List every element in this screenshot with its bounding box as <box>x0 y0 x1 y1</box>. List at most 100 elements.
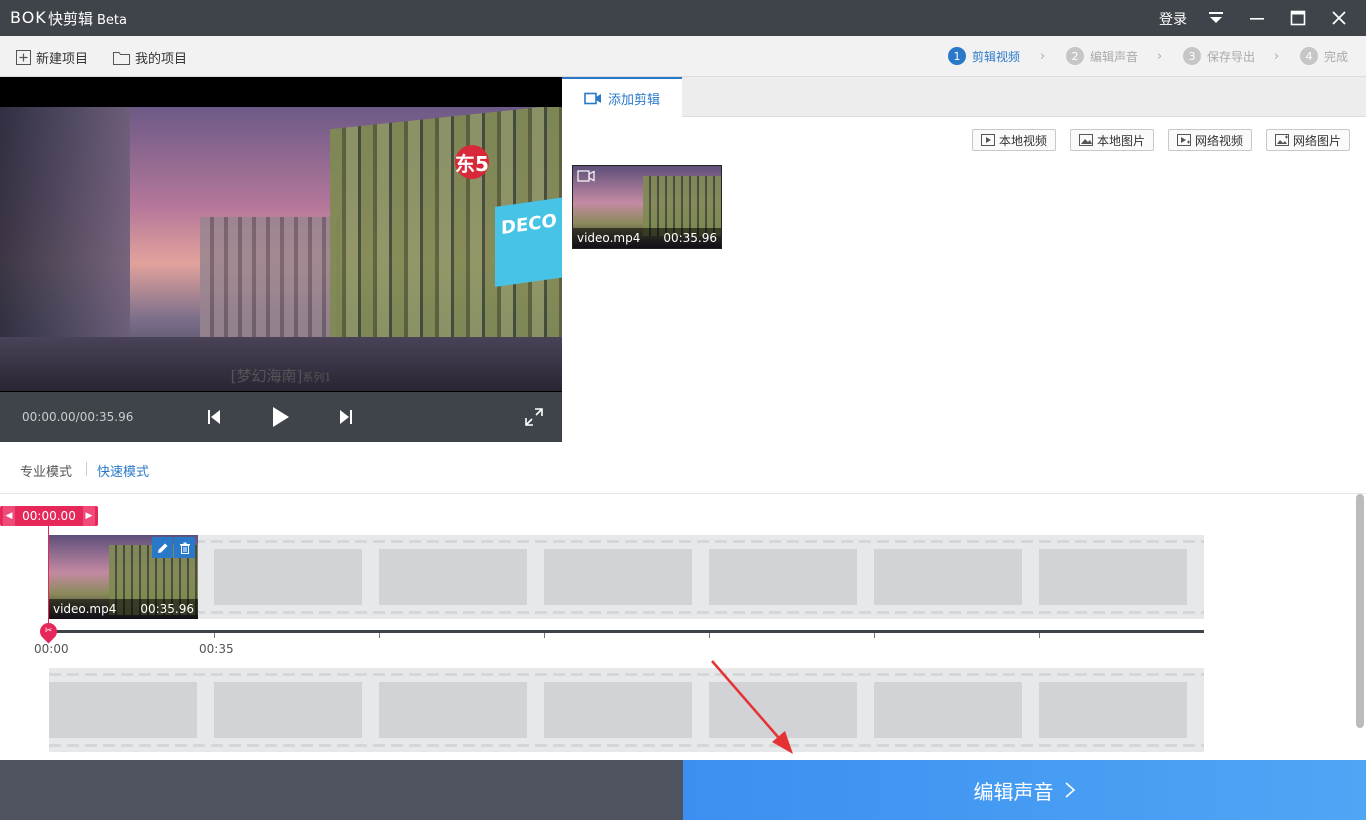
playhead-line <box>48 524 49 632</box>
empty-clip-slot[interactable] <box>874 549 1022 605</box>
chevron-right-icon: › <box>1040 49 1046 64</box>
timeline-clip[interactable]: video.mp4 00:35.96 <box>49 535 198 619</box>
web-image-button[interactable]: 网络图片 <box>1266 129 1351 151</box>
video-file-icon <box>981 134 995 146</box>
step-number: 1 <box>948 47 966 65</box>
track-perforation <box>49 540 1204 543</box>
local-video-button[interactable]: 本地视频 <box>972 129 1057 151</box>
step-edit-video[interactable]: 1 剪辑视频 <box>948 47 1020 65</box>
web-video-icon <box>1177 134 1191 146</box>
next-step-button[interactable]: 编辑声音 <box>683 760 1366 820</box>
step-label: 保存导出 <box>1207 49 1256 64</box>
new-project-button[interactable]: 新建项目 <box>16 48 88 67</box>
empty-clip-slot[interactable] <box>214 682 362 738</box>
delete-clip-button[interactable] <box>174 537 195 558</box>
toolbar: 新建项目 我的项目 1 剪辑视频 › 2 编辑声音 › 3 保存导出 › 4 完… <box>0 36 1366 77</box>
next-button[interactable] <box>332 404 360 430</box>
video-track[interactable] <box>49 535 1204 619</box>
empty-clip-slot[interactable] <box>379 549 527 605</box>
audio-track[interactable] <box>49 668 1204 752</box>
step-forward-button[interactable]: ▶ <box>82 506 95 526</box>
playhead-time-badge: ◀ 00:00.00 ▶ <box>0 506 98 526</box>
step-number: 2 <box>1066 47 1084 65</box>
playback-controls: 00:00.00/00:35.96 <box>0 392 562 442</box>
video-caption: [梦幻海南]系列1 <box>0 365 562 386</box>
ruler-tick <box>379 633 380 638</box>
empty-clip-slot[interactable] <box>709 549 857 605</box>
thumbnail-scene <box>643 176 721 236</box>
previous-button[interactable] <box>200 404 228 430</box>
video-scene-badge: 东5 <box>455 145 489 179</box>
trash-icon <box>179 542 190 554</box>
empty-clip-slot[interactable] <box>1039 549 1187 605</box>
app-logo: BOK <box>10 8 47 27</box>
edit-clip-button[interactable] <box>152 537 173 558</box>
ruler-tick <box>709 633 710 638</box>
ruler-tick-label: 00:35 <box>199 642 234 656</box>
ruler-tick <box>874 633 875 638</box>
chevron-right-icon <box>1064 782 1075 798</box>
empty-clip-slot[interactable] <box>1039 682 1187 738</box>
bottom-bar <box>0 760 683 820</box>
dropdown-menu-button[interactable] <box>1196 0 1236 36</box>
web-video-button[interactable]: 网络视频 <box>1168 129 1253 151</box>
local-image-button[interactable]: 本地图片 <box>1070 129 1155 151</box>
media-library-panel: 添加剪辑 本地视频 本地图片 网络视频 网络图片 video.mp4 00:35… <box>562 77 1366 442</box>
minimize-button[interactable] <box>1237 0 1277 36</box>
mode-divider <box>86 462 87 476</box>
timeline-scrollbar[interactable] <box>1356 494 1364 728</box>
timeline-ruler[interactable] <box>49 630 1204 633</box>
tab-add-clip-label: 添加剪辑 <box>607 92 660 108</box>
chevron-right-icon: › <box>1157 49 1163 64</box>
play-button[interactable] <box>267 404 295 430</box>
mode-pro-tab[interactable]: 专业模式 <box>20 461 72 480</box>
playhead-handle[interactable]: ✂ <box>36 619 61 644</box>
ruler-tick <box>1039 633 1040 638</box>
close-button[interactable] <box>1319 0 1359 36</box>
step-save-export[interactable]: 3 保存导出 <box>1183 47 1255 65</box>
pencil-icon <box>157 543 167 553</box>
step-edit-audio[interactable]: 2 编辑声音 <box>1066 47 1138 65</box>
local-video-label: 本地视频 <box>999 133 1048 148</box>
mode-bar: 专业模式 快速模式 <box>0 442 1366 494</box>
clip-name: video.mp4 <box>53 602 117 616</box>
playhead-time: 00:00.00 <box>22 509 76 523</box>
empty-clip-slot[interactable] <box>379 682 527 738</box>
ruler-tick <box>214 633 215 638</box>
video-camera-icon <box>584 92 601 104</box>
empty-clip-slot[interactable] <box>709 682 857 738</box>
web-image-label: 网络图片 <box>1293 133 1342 148</box>
skip-next-icon <box>340 410 352 424</box>
step-finish[interactable]: 4 完成 <box>1300 47 1348 65</box>
mode-quick-tab[interactable]: 快速模式 <box>97 461 149 480</box>
fullscreen-button[interactable] <box>520 404 548 430</box>
video-camera-icon <box>577 170 595 182</box>
app-title: 快剪辑 Beta <box>48 8 127 29</box>
login-link[interactable]: 登录 <box>1159 9 1187 29</box>
tab-add-clip[interactable]: 添加剪辑 <box>562 77 682 117</box>
new-project-label: 新建项目 <box>36 52 89 67</box>
empty-clip-slot[interactable] <box>49 682 197 738</box>
local-image-label: 本地图片 <box>1097 133 1146 148</box>
timeline-panel: video.mp4 00:35.96 00:00 00:35 ◀ 00:00.0… <box>0 494 1366 760</box>
track-perforation <box>49 611 1204 614</box>
ruler-tick-label: 00:00 <box>34 642 69 656</box>
track-perforation <box>49 673 1204 676</box>
empty-clip-slot[interactable] <box>214 549 362 605</box>
clip-duration: 00:35.96 <box>140 602 194 616</box>
empty-clip-slot[interactable] <box>544 682 692 738</box>
step-back-button[interactable]: ◀ <box>3 506 15 526</box>
my-projects-button[interactable]: 我的项目 <box>113 48 187 67</box>
next-step-label: 编辑声音 <box>973 779 1054 804</box>
menu-dropdown-icon <box>1209 12 1223 23</box>
track-perforation <box>49 744 1204 747</box>
video-frame[interactable]: 东5 DECO <box>0 107 562 391</box>
chevron-right-icon: › <box>1274 49 1280 64</box>
library-clip-thumbnail[interactable]: video.mp4 00:35.96 <box>572 165 722 249</box>
scissors-icon: ✂ <box>44 626 53 636</box>
empty-clip-slot[interactable] <box>874 682 1022 738</box>
step-label: 完成 <box>1324 49 1349 64</box>
maximize-button[interactable] <box>1278 0 1318 36</box>
empty-clip-slot[interactable] <box>544 549 692 605</box>
app-window: BOK 快剪辑 Beta 登录 新建项目 我的项目 1 剪辑视频 › 2 编辑声… <box>0 0 1366 820</box>
